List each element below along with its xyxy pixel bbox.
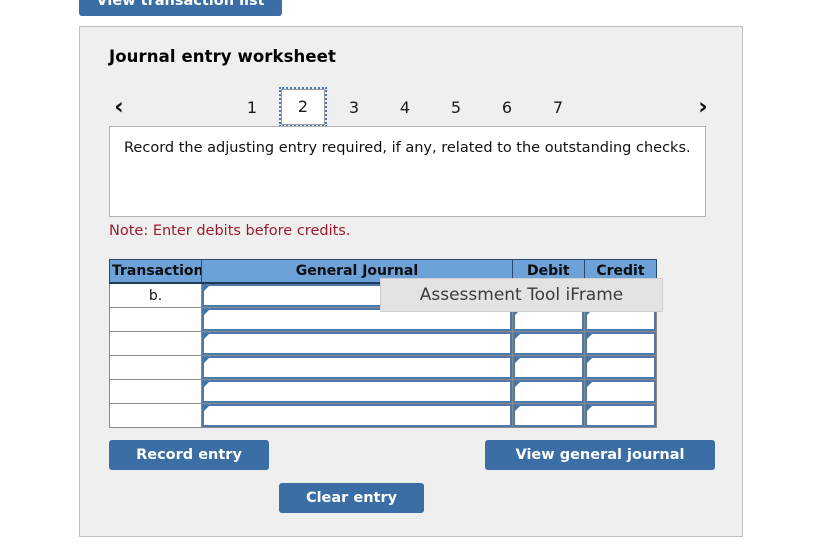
table-row [108, 403, 658, 428]
credit-input[interactable] [584, 332, 656, 355]
tab-3[interactable]: 3 [339, 92, 369, 122]
general-journal-cell [201, 403, 513, 428]
tab-4[interactable]: 4 [390, 92, 420, 122]
note-text: Note: Enter debits before credits. [109, 223, 351, 239]
column-header-transaction: Transaction [108, 259, 203, 284]
transaction-cell[interactable]: b. [108, 282, 203, 308]
general-journal-input[interactable] [202, 404, 512, 427]
record-entry-button[interactable]: Record entry [109, 440, 269, 470]
view-general-journal-button[interactable]: View general journal [485, 440, 715, 470]
debit-input[interactable] [512, 332, 584, 355]
table-row [108, 355, 658, 380]
debit-cell [511, 403, 585, 428]
tab-7[interactable]: 7 [543, 92, 573, 122]
tab-2[interactable]: 2 [279, 87, 327, 127]
tab-5[interactable]: 5 [441, 92, 471, 122]
instruction-box: Record the adjusting entry required, if … [109, 126, 706, 217]
debit-cell [511, 355, 585, 380]
tab-6[interactable]: 6 [492, 92, 522, 122]
assessment-tool-iframe-tooltip: Assessment Tool iFrame [380, 278, 663, 312]
credit-cell [583, 403, 658, 428]
general-journal-cell [201, 355, 513, 380]
general-journal-input[interactable] [202, 332, 512, 355]
worksheet-tab-nav: ‹ › 1234567 [80, 85, 742, 129]
debit-input[interactable] [512, 404, 584, 427]
credit-cell [583, 331, 658, 356]
clear-entry-button[interactable]: Clear entry [279, 483, 424, 513]
page-title: Journal entry worksheet [109, 47, 336, 66]
transaction-cell[interactable] [108, 403, 203, 428]
general-journal-cell [201, 331, 513, 356]
transaction-cell[interactable] [108, 379, 203, 404]
debit-input[interactable] [512, 356, 584, 379]
general-journal-cell [201, 379, 513, 404]
credit-input[interactable] [584, 380, 656, 403]
transaction-cell[interactable] [108, 307, 203, 332]
table-row [108, 379, 658, 404]
general-journal-input[interactable] [202, 356, 512, 379]
general-journal-input[interactable] [202, 380, 512, 403]
credit-cell [583, 355, 658, 380]
instruction-text: Record the adjusting entry required, if … [124, 140, 691, 156]
view-transaction-list-button[interactable]: View transaction list [79, 0, 282, 16]
credit-input[interactable] [584, 404, 656, 427]
chevron-right-icon[interactable]: › [690, 93, 716, 121]
debit-input[interactable] [512, 380, 584, 403]
chevron-left-icon[interactable]: ‹ [106, 93, 132, 121]
credit-cell [583, 379, 658, 404]
debit-cell [511, 331, 585, 356]
tab-1[interactable]: 1 [237, 92, 267, 122]
transaction-cell[interactable] [108, 331, 203, 356]
transaction-cell[interactable] [108, 355, 203, 380]
table-row [108, 331, 658, 356]
credit-input[interactable] [584, 356, 656, 379]
debit-cell [511, 379, 585, 404]
